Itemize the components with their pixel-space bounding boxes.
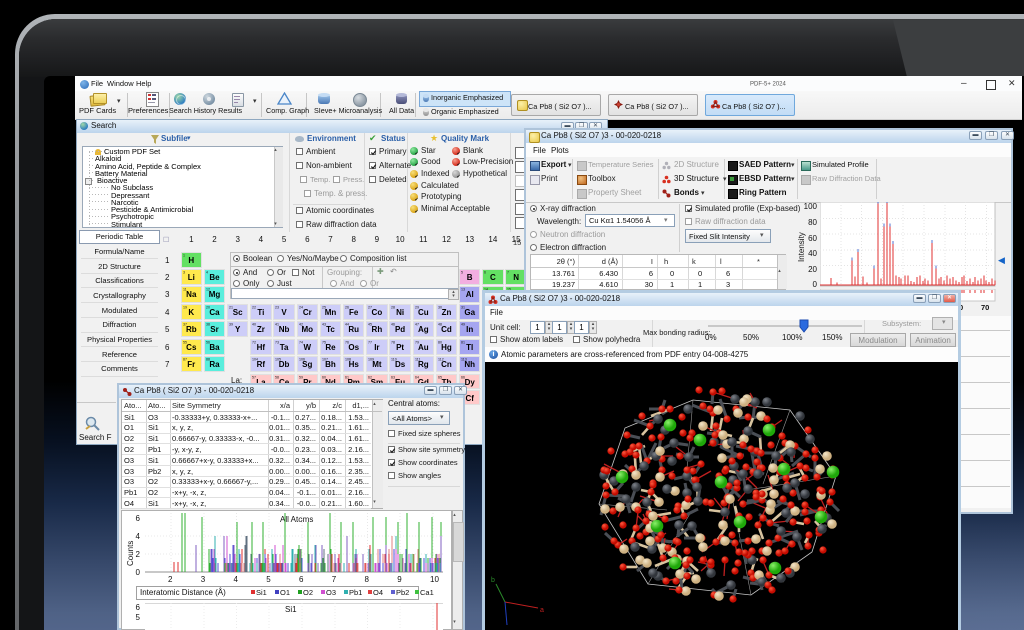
svg-text:a: a	[540, 607, 544, 614]
svg-text:b: b	[491, 577, 495, 584]
